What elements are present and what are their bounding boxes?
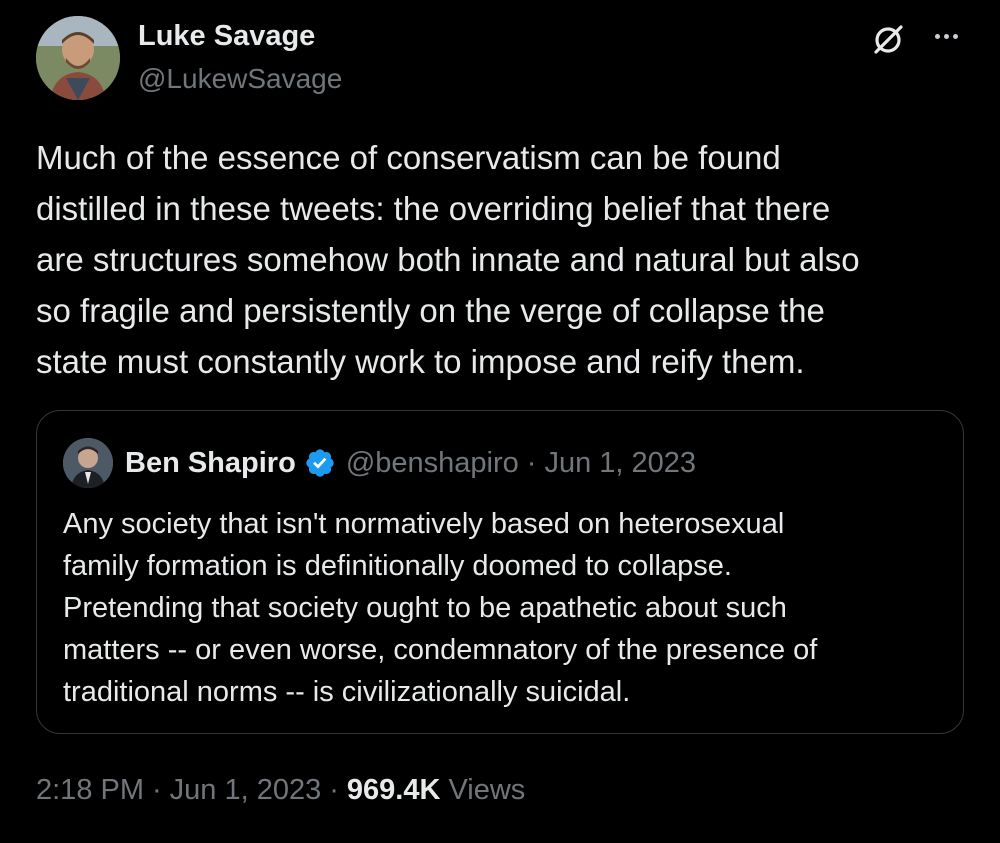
tweet-text: Much of the essence of conservatism can …	[36, 139, 860, 380]
quoted-author-handle[interactable]: @benshapiro	[346, 447, 519, 480]
tweet-metadata: 2:18 PM · Jun 1, 2023 · 969.4K Views	[36, 768, 525, 812]
grok-icon[interactable]	[870, 22, 906, 58]
verified-badge-icon	[304, 447, 336, 479]
tweet-time[interactable]: 2:18 PM	[36, 774, 144, 807]
views-count: 969.4K	[346, 773, 441, 806]
views-label: Views	[448, 773, 526, 806]
author-name[interactable]: Luke Savage	[138, 18, 315, 54]
meta-separator: ·	[329, 773, 339, 806]
quoted-author-avatar[interactable]	[63, 438, 113, 488]
author-handle[interactable]: @LukewSavage	[138, 62, 342, 96]
meta-separator: ·	[152, 773, 162, 806]
author-avatar[interactable]	[36, 16, 120, 100]
quoted-author-name[interactable]: Ben Shapiro	[125, 447, 296, 480]
quoted-tweet-text: Any society that isn't normatively based…	[63, 508, 818, 708]
more-icon[interactable]	[928, 22, 964, 50]
quoted-tweet-date[interactable]: Jun 1, 2023	[544, 447, 696, 480]
tweet: Luke Savage @LukewSavage Much of the ess…	[0, 0, 1000, 843]
quoted-tweet[interactable]: Ben Shapiro @benshapiro · Jun 1, 2023 An…	[36, 410, 964, 734]
quoted-header-separator: ·	[526, 446, 537, 479]
tweet-date[interactable]: Jun 1, 2023	[170, 774, 322, 807]
quoted-tweet-header: Ben Shapiro @benshapiro · Jun 1, 2023	[125, 441, 696, 485]
